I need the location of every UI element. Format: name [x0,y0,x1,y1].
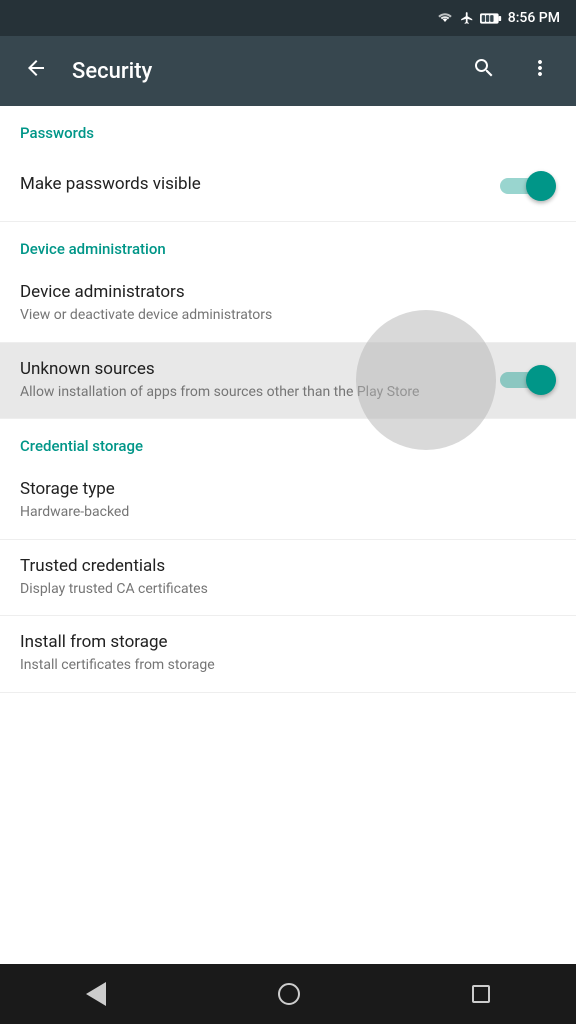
toggle-thumb-unknown [526,365,556,395]
nav-back-icon [86,982,106,1006]
setting-subtitle-install-storage: Install certificates from storage [20,656,540,676]
nav-recents-button[interactable] [448,975,514,1013]
setting-unknown-sources[interactable]: Unknown sources Allow installation of ap… [0,343,576,420]
nav-back-button[interactable] [62,972,130,1016]
nav-bar [0,964,576,1024]
setting-title-storage-type: Storage type [20,479,540,499]
setting-title-unknown-sources: Unknown sources [20,359,484,379]
content-area: Passwords Make passwords visible Device … [0,106,576,964]
airplane-icon [460,11,474,25]
setting-trusted-credentials[interactable]: Trusted credentials Display trusted CA c… [0,540,576,617]
section-header-passwords: Passwords [0,106,576,150]
toggle-thumb [526,171,556,201]
setting-storage-type[interactable]: Storage type Hardware-backed [0,463,576,540]
app-bar: Security [0,36,576,106]
status-icons: 8:56 PM [436,10,560,26]
setting-subtitle-device-admins: View or deactivate device administrators [20,306,540,326]
setting-subtitle-trusted-creds: Display trusted CA certificates [20,580,540,600]
setting-install-from-storage[interactable]: Install from storage Install certificate… [0,616,576,693]
search-button[interactable] [464,48,504,94]
nav-home-button[interactable] [254,973,324,1015]
setting-device-administrators[interactable]: Device administrators View or deactivate… [0,266,576,343]
setting-title-install-storage: Install from storage [20,632,540,652]
battery-icon [480,12,502,25]
wifi-icon [436,11,454,25]
status-bar: 8:56 PM [0,0,576,36]
section-header-credential-storage: Credential storage [0,419,576,463]
setting-subtitle-unknown-sources: Allow installation of apps from sources … [20,383,484,403]
setting-title-passwords: Make passwords visible [20,174,484,194]
back-button[interactable] [16,48,56,94]
setting-title-trusted-creds: Trusted credentials [20,556,540,576]
setting-title-device-admins: Device administrators [20,282,540,302]
more-options-button[interactable] [520,48,560,94]
toggle-unknown-sources[interactable] [500,365,556,395]
status-time: 8:56 PM [508,10,560,26]
setting-subtitle-storage-type: Hardware-backed [20,503,540,523]
page-title: Security [72,59,448,84]
toggle-passwords-visible[interactable] [500,171,556,201]
section-header-device-admin: Device administration [0,222,576,266]
setting-make-passwords-visible[interactable]: Make passwords visible [0,150,576,222]
nav-recents-icon [472,985,490,1003]
nav-home-icon [278,983,300,1005]
